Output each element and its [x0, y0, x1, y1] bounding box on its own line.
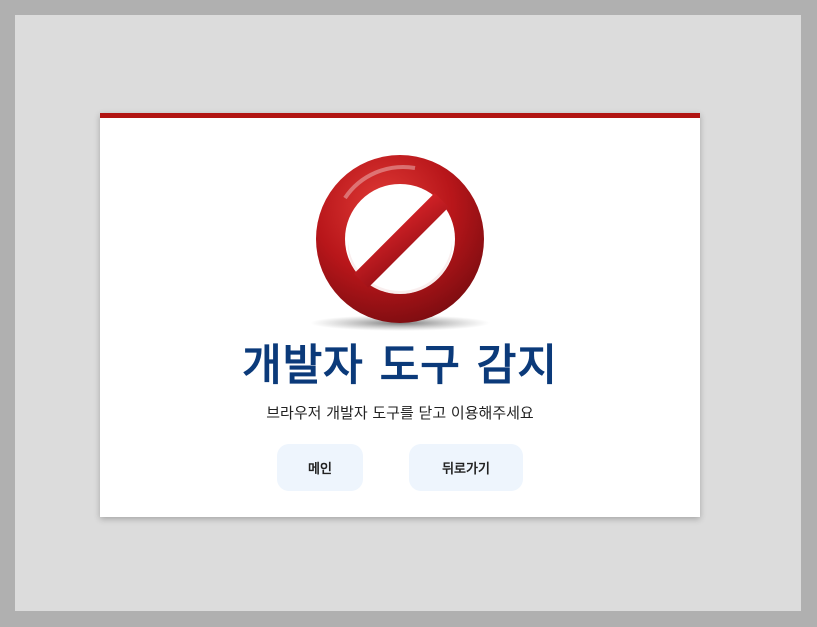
page-background: 개발자 도구 감지 브라우저 개발자 도구를 닫고 이용해주세요 메인 뒤로가기 [15, 15, 801, 611]
back-button[interactable]: 뒤로가기 [409, 444, 523, 491]
dialog-message: 브라우저 개발자 도구를 닫고 이용해주세요 [266, 404, 534, 422]
prohibited-icon [305, 150, 495, 335]
dialog-title: 개발자 도구 감지 [242, 341, 558, 391]
main-button[interactable]: 메인 [277, 444, 363, 491]
devtools-warning-dialog: 개발자 도구 감지 브라우저 개발자 도구를 닫고 이용해주세요 메인 뒤로가기 [100, 113, 700, 517]
